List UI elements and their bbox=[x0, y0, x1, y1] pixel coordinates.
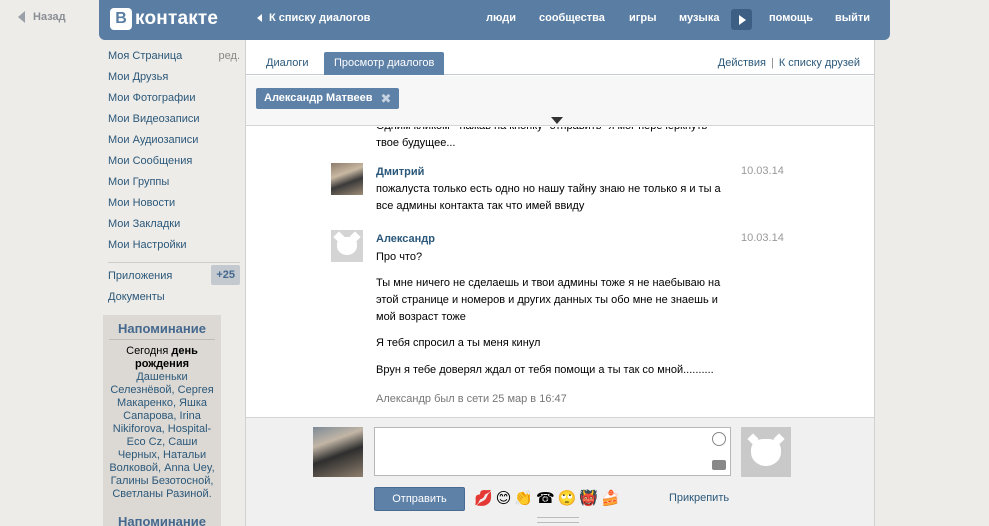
sidebar-divider bbox=[108, 262, 240, 263]
scroll-up-arrow-icon[interactable] bbox=[551, 117, 563, 124]
sidebar-item-apps[interactable]: Приложения +25 bbox=[108, 265, 240, 289]
friends-list-link[interactable]: К списку друзей bbox=[779, 57, 860, 69]
remove-filter-icon[interactable]: ✖ bbox=[380, 88, 391, 109]
separator: | bbox=[770, 57, 774, 69]
dog-avatar-icon bbox=[751, 438, 781, 466]
smile-icon[interactable] bbox=[712, 432, 726, 446]
sidebar-item-documents[interactable]: Документы bbox=[108, 289, 240, 310]
message-date: 10.03.14 bbox=[741, 165, 784, 177]
sidebar: Моя Страница ред. Мои Друзья Мои Фотограф… bbox=[108, 48, 240, 310]
message-text: Я тебя спросил а ты меня кинул bbox=[376, 337, 541, 349]
sidebar-item-my-page[interactable]: Моя Страница ред. bbox=[108, 48, 240, 69]
tab-bar: Диалоги Просмотр диалогов Действия | К спи… bbox=[246, 40, 874, 75]
nav-people[interactable]: люди bbox=[486, 12, 516, 24]
message-author[interactable]: Александр bbox=[376, 233, 435, 245]
nav-communities[interactable]: сообщества bbox=[539, 12, 605, 24]
nav-logout[interactable]: выйти bbox=[835, 12, 870, 24]
message-date: 10.03.14 bbox=[741, 232, 784, 244]
message-list[interactable]: Одним кликом - нажав на кнопку "отправит… bbox=[246, 127, 874, 416]
message-text: Врун я тебе доверял ждал от тебя помощи … bbox=[376, 364, 714, 376]
sidebar-item-friends[interactable]: Мои Друзья bbox=[108, 69, 240, 90]
back-to-dialogs-link[interactable]: К списку диалогов bbox=[257, 12, 370, 24]
sidebar-item-label: Моя Страница bbox=[108, 50, 183, 62]
tab-dialogs[interactable]: Диалоги bbox=[256, 52, 319, 75]
smile-emoji-icon[interactable]: 😊 bbox=[496, 489, 512, 509]
dog-avatar-icon bbox=[337, 237, 357, 255]
nav-games[interactable]: игры bbox=[629, 12, 656, 24]
reminder-title: Напоминание bbox=[109, 322, 215, 340]
message-input[interactable] bbox=[374, 427, 731, 476]
reminder-names[interactable]: Дашеньки Селезнёвой, Сергея Макаренко, Я… bbox=[109, 371, 214, 500]
cake-icon[interactable]: 🍰 bbox=[601, 489, 620, 509]
attach-link[interactable]: Прикрепить bbox=[669, 492, 729, 504]
sidebar-item-news[interactable]: Мои Новости bbox=[108, 195, 240, 216]
actions-link[interactable]: Действия bbox=[718, 57, 766, 69]
reminder-text: Сегодня день рождения Дашеньки Селезнёво… bbox=[109, 345, 215, 501]
sidebar-item-audio[interactable]: Мои Аудиозаписи bbox=[108, 132, 240, 153]
back-to-dialogs-label: К списку диалогов bbox=[269, 12, 371, 24]
eye-roll-icon[interactable]: 🙄 bbox=[558, 489, 577, 509]
reminder-today: Сегодня bbox=[126, 345, 172, 357]
birthday-reminder: Напоминание Сегодня день рождения Дашень… bbox=[103, 315, 221, 509]
reminder-2: Напоминание bbox=[103, 508, 221, 526]
avatar[interactable] bbox=[331, 163, 363, 195]
filter-chip-label: Александр Матвеев bbox=[264, 92, 373, 104]
logo-text: контакте bbox=[135, 8, 219, 29]
peer-avatar[interactable] bbox=[741, 427, 791, 477]
message-text: Ты мне ничего не сделаешь и твои админы … bbox=[376, 277, 721, 323]
apps-count-badge: +25 bbox=[211, 265, 240, 285]
back-arrow-icon bbox=[18, 11, 25, 23]
message-author[interactable]: Дмитрий bbox=[376, 166, 424, 178]
send-button[interactable]: Отправить bbox=[374, 487, 465, 511]
play-music-button[interactable] bbox=[731, 9, 752, 30]
top-header: В контакте К списку диалогов люди сообще… bbox=[99, 0, 890, 40]
dialog-panel: Диалоги Просмотр диалогов Действия | К спи… bbox=[245, 40, 875, 526]
message-text: Про что? bbox=[376, 251, 423, 263]
play-icon bbox=[739, 14, 746, 25]
clap-icon[interactable]: 👏 bbox=[514, 489, 533, 509]
edit-link[interactable]: ред. bbox=[219, 48, 240, 64]
tab-actions: Действия | К списку друзей bbox=[718, 57, 860, 69]
resize-handle[interactable] bbox=[537, 517, 579, 523]
sidebar-item-settings[interactable]: Мои Настройки bbox=[108, 237, 240, 258]
my-avatar[interactable] bbox=[313, 427, 363, 477]
nav-help[interactable]: помощь bbox=[769, 12, 813, 24]
sidebar-item-groups[interactable]: Мои Группы bbox=[108, 174, 240, 195]
back-link-label: Назад bbox=[33, 11, 66, 23]
message-text: пожалуста только есть одно но нашу тайну… bbox=[376, 183, 721, 212]
message-composer: Отправить 💋 😊 👏 ☎ 🙄 👹 🍰 Прикрепить bbox=[246, 417, 874, 526]
message-text: Одним кликом - нажав на кнопку "отправит… bbox=[376, 127, 707, 149]
avatar[interactable] bbox=[331, 230, 363, 262]
devil-icon[interactable]: 👹 bbox=[579, 489, 598, 509]
phone-icon[interactable]: ☎ bbox=[536, 489, 555, 509]
camera-icon[interactable] bbox=[712, 460, 726, 470]
nav-music[interactable]: музыка bbox=[679, 12, 719, 24]
online-status: Александр был в сети 25 мар в 16:47 bbox=[376, 393, 567, 405]
reminder-2-title: Напоминание bbox=[109, 515, 215, 526]
left-arrow-icon bbox=[257, 14, 262, 22]
sidebar-item-label: Приложения bbox=[108, 270, 173, 282]
back-link[interactable]: Назад bbox=[18, 11, 66, 23]
sidebar-item-videos[interactable]: Мои Видеозаписи bbox=[108, 111, 240, 132]
sidebar-item-bookmarks[interactable]: Мои Закладки bbox=[108, 216, 240, 237]
logo-icon: В bbox=[110, 8, 132, 30]
lips-icon[interactable]: 💋 bbox=[474, 489, 493, 509]
filter-chip[interactable]: Александр Матвеев ✖ bbox=[256, 88, 400, 109]
emoji-bar: 💋 😊 👏 ☎ 🙄 👹 🍰 bbox=[474, 489, 620, 509]
sidebar-item-photos[interactable]: Мои Фотографии bbox=[108, 90, 240, 111]
sidebar-item-messages[interactable]: Мои Сообщения bbox=[108, 153, 240, 174]
tab-view-dialogs[interactable]: Просмотр диалогов bbox=[324, 52, 445, 75]
vk-logo[interactable]: В контакте bbox=[110, 8, 218, 30]
